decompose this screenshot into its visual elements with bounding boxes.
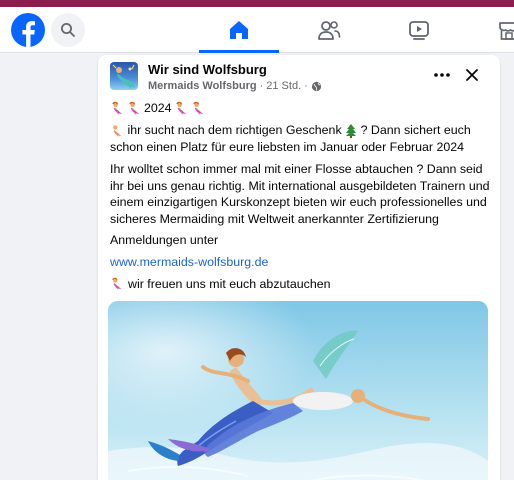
mermaid-emoji-icon	[112, 277, 122, 291]
post-paragraph-closing: wir freuen uns mit euch abzutauchen	[110, 276, 490, 293]
video-icon	[409, 21, 429, 40]
website-link[interactable]: www.mermaids-wolfsburg.de	[110, 254, 490, 271]
meta-separator-2: ·	[304, 80, 308, 92]
post-line-year: 2024	[110, 100, 490, 117]
post-author[interactable]: Mermaids Wolfsburg	[148, 80, 257, 92]
search-button[interactable]	[51, 13, 85, 47]
post-timestamp[interactable]: 21 Std.	[266, 80, 301, 92]
post-paragraph-registration: Anmeldungen unter	[110, 233, 219, 247]
post-paragraph-gift: ihr sucht nach dem richtigen Geschenk ? …	[110, 122, 490, 155]
mermaid-emoji-icon	[112, 101, 123, 115]
tab-watch[interactable]	[379, 7, 459, 53]
underwater-mermaid-photo	[108, 301, 488, 480]
marketplace-icon	[499, 22, 514, 40]
search-icon	[61, 23, 75, 37]
tab-marketplace[interactable]	[474, 7, 514, 53]
post-page-title[interactable]: Wir sind Wolfsburg	[148, 62, 267, 77]
more-options-button[interactable]	[428, 65, 456, 85]
home-icon	[230, 21, 248, 39]
post-card: Wir sind Wolfsburg Mermaids Wolfsburg · …	[98, 55, 500, 480]
mermaid-emoji-icon	[192, 101, 203, 115]
paragraph-gift-text: ihr sucht nach dem richtigen Geschenk	[127, 123, 342, 137]
close-icon	[466, 69, 478, 81]
meta-separator: ·	[259, 80, 264, 92]
top-accent-strip	[0, 0, 514, 7]
facebook-logo-icon[interactable]	[11, 13, 45, 47]
christmas-tree-emoji-icon	[346, 123, 357, 138]
post-photo[interactable]	[108, 301, 488, 480]
close-post-button[interactable]	[460, 63, 484, 87]
mermaid-emoji-icon	[175, 101, 186, 115]
active-tab-indicator	[199, 50, 279, 53]
post-year: 2024	[144, 101, 172, 115]
page-avatar[interactable]	[110, 62, 138, 90]
top-navigation-bar	[0, 7, 514, 53]
globe-icon	[311, 81, 321, 91]
mermaid-emoji-icon	[129, 101, 140, 115]
mermaid-logo-icon	[112, 64, 135, 89]
post-meta: Mermaids Wolfsburg · 21 Std. ·	[148, 80, 322, 92]
tab-friends[interactable]	[289, 7, 369, 53]
paragraph-closing-text: wir freuen uns mit euch abzutauchen	[128, 277, 331, 291]
post-paragraph-course: Ihr wolltet schon immer mal mit einer Fl…	[110, 162, 490, 226]
more-dots-icon	[434, 73, 450, 77]
friends-icon	[318, 21, 341, 40]
tab-home[interactable]	[199, 7, 279, 53]
mermaid-emoji-icon	[113, 125, 122, 137]
facebook-f-icon	[22, 21, 35, 47]
